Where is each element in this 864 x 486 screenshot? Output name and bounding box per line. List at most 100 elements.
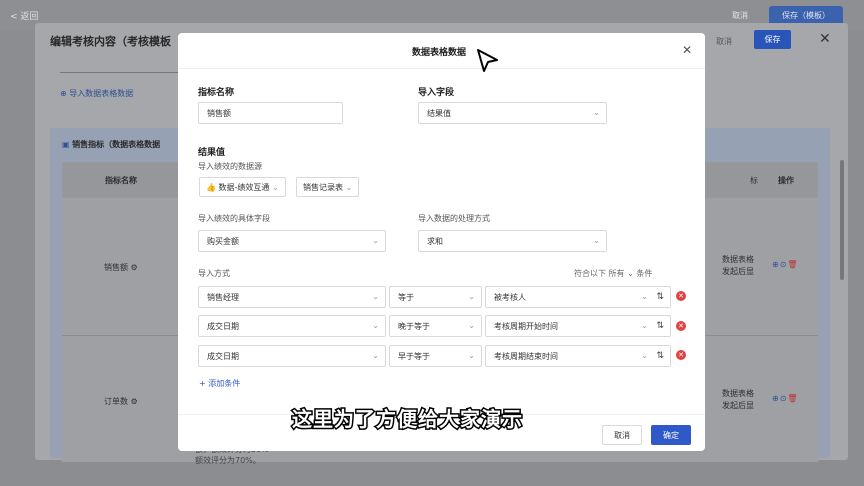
panel-save-button[interactable]: 保存 [754, 30, 791, 49]
chevron-down-icon: ⌄ [641, 292, 648, 301]
row-info: 数据表格 发起后显 [722, 388, 754, 412]
row-actions[interactable]: ⊕⊙🗑 [772, 394, 799, 403]
chevron-down-icon: ⌄ [593, 236, 600, 245]
source-tag-table-label: 销售记录表 [303, 182, 343, 192]
remove-condition-icon[interactable]: ✕ [676, 350, 686, 360]
chevron-down-icon: ⌄ [627, 269, 634, 278]
condition-op-select[interactable]: 早于等于 ⌄ [389, 345, 482, 367]
chevron-down-icon: ⌄ [372, 292, 379, 301]
condition-op-select[interactable]: 等于 ⌄ [389, 286, 482, 308]
condition-op-value: 晚于等于 [398, 321, 430, 331]
specific-field-label: 导入绩效的具体字段 [198, 214, 270, 223]
panel-title: 编辑考核内容（考核模板 [50, 35, 171, 48]
row-info-line2: 发起后显 [722, 401, 754, 410]
condition-op-value: 等于 [398, 292, 414, 302]
process-label: 导入数据的处理方式 [418, 214, 490, 223]
condition-op-select[interactable]: 晚于等于 ⌄ [389, 315, 482, 337]
result-label: 结果值 [198, 148, 226, 158]
mouse-cursor-icon [477, 49, 498, 72]
hand-icon: 👍 [206, 182, 216, 192]
condition-field-value: 销售经理 [207, 292, 239, 302]
remove-condition-icon[interactable]: ✕ [676, 291, 686, 301]
condition-op-value: 早于等于 [398, 351, 430, 361]
video-caption: 这里为了方便给大家演示 [291, 406, 524, 433]
top-cancel-button[interactable]: 取消 [732, 10, 748, 21]
back-link[interactable]: < 返回 [10, 9, 38, 22]
import-field-select[interactable]: 结果值 ⌄ [418, 102, 607, 124]
modal-title: 数据表格数据 [412, 48, 467, 58]
row-info: 数据表格 发起后显 [722, 254, 754, 278]
source-tag-app-label: 数据-绩效互通 [218, 182, 270, 192]
source-tag-table[interactable]: 销售记录表 ⌄ [296, 177, 360, 197]
gear-icon[interactable]: ⚙ [131, 397, 138, 406]
condition-field-select[interactable]: 成交日期 ⌄ [198, 315, 386, 337]
sort-icon[interactable]: ⇅ [656, 351, 664, 361]
section-title: ▣ 销售指标（数据表格数据 [62, 139, 160, 150]
source-tag-app[interactable]: 👍 数据-绩效互通 ⌄ [199, 177, 286, 197]
document-icon: ▣ [62, 140, 70, 149]
import-link-label: 导入数据表格数据 [69, 89, 134, 98]
chevron-down-icon: ⌄ [345, 182, 353, 192]
close-icon[interactable]: ✕ [682, 43, 692, 57]
condition-field-select[interactable]: 销售经理 ⌄ [198, 286, 386, 308]
row-name-label: 销售额 [104, 263, 128, 272]
logic-select[interactable]: 符合以下 所有 ⌄ 条件 [574, 268, 652, 279]
process-select[interactable]: 求和 ⌄ [418, 230, 607, 252]
table-row-name: 销售额 ⚙ [104, 262, 138, 273]
row-info-line1: 数据表格 [722, 389, 754, 398]
chevron-down-icon: ⌄ [372, 321, 379, 330]
chevron-down-icon: ⌄ [468, 351, 475, 360]
scrollbar[interactable] [840, 160, 844, 280]
modal-ok-button[interactable]: 确定 [651, 425, 691, 445]
sort-icon[interactable]: ⇅ [656, 292, 664, 302]
condition-value-value: 考核周期开始时间 [494, 321, 558, 331]
mode-label: 导入方式 [198, 269, 230, 278]
panel-cancel-button[interactable]: 取消 [716, 36, 732, 47]
chevron-down-icon: ⌄ [641, 321, 648, 330]
add-icon[interactable]: ⊕ [772, 260, 780, 269]
condition-value-select[interactable]: 考核周期开始时间 ⌄ ⇅ [485, 315, 671, 337]
add-condition-button[interactable]: + 添加条件 [199, 378, 240, 389]
indicator-name-input[interactable]: 销售额 [198, 102, 343, 124]
specific-field-value: 购买金额 [207, 236, 239, 246]
bottom-text-line2: 额效评分为70%。 [195, 456, 261, 465]
chevron-down-icon: ⌄ [271, 182, 279, 192]
condition-value-select[interactable]: 被考核人 ⌄ ⇅ [485, 286, 671, 308]
delete-icon[interactable]: 🗑 [787, 260, 798, 269]
remove-condition-icon[interactable]: ✕ [676, 321, 686, 331]
chevron-down-icon: ⌄ [372, 236, 379, 245]
table-row-name: 订单数 ⚙ [104, 396, 138, 407]
chevron-down-icon: ⌄ [468, 292, 475, 301]
col-m-header: 标 [750, 176, 758, 185]
import-table-data-link[interactable]: ⊕ 导入数据表格数据 [60, 88, 133, 99]
modal-header-divider [178, 68, 705, 69]
logic-text: 符合以下 所有 [574, 269, 625, 278]
logic-suffix: 条件 [636, 269, 653, 278]
gear-icon[interactable]: ⚙ [131, 263, 138, 272]
modal-cancel-button[interactable]: 取消 [602, 425, 642, 445]
delete-icon[interactable]: 🗑 [787, 394, 798, 403]
row-info-line1: 数据表格 [722, 255, 754, 264]
chevron-down-icon: ⌄ [372, 351, 379, 360]
condition-value-select[interactable]: 考核周期结束时间 ⌄ ⇅ [485, 345, 671, 367]
condition-field-value: 成交日期 [207, 321, 239, 331]
import-field-label: 导入字段 [418, 88, 455, 98]
row-name-label: 订单数 [104, 397, 128, 406]
specific-field-select[interactable]: 购买金额 ⌄ [198, 230, 386, 252]
sort-icon[interactable]: ⇅ [656, 321, 664, 331]
condition-value-value: 被考核人 [494, 292, 526, 302]
section-title-text: 销售指标（数据表格数据 [72, 140, 161, 149]
row-actions[interactable]: ⊕⊙🗑 [772, 260, 799, 269]
row-info-line2: 发起后显 [722, 267, 754, 276]
chevron-down-icon: ⌄ [593, 108, 600, 117]
source-label: 导入绩效的数据源 [198, 162, 262, 171]
condition-value-value: 考核周期结束时间 [494, 351, 558, 361]
import-field-value: 结果值 [427, 108, 451, 118]
indicator-name-label: 指标名称 [198, 88, 235, 98]
plus-circle-icon: ⊕ [60, 89, 67, 98]
condition-field-value: 成交日期 [207, 351, 239, 361]
panel-close-icon[interactable]: ✕ [819, 31, 831, 47]
col-ops-header: 操作 [778, 176, 794, 185]
condition-field-select[interactable]: 成交日期 ⌄ [198, 345, 386, 367]
add-icon[interactable]: ⊕ [772, 394, 780, 403]
